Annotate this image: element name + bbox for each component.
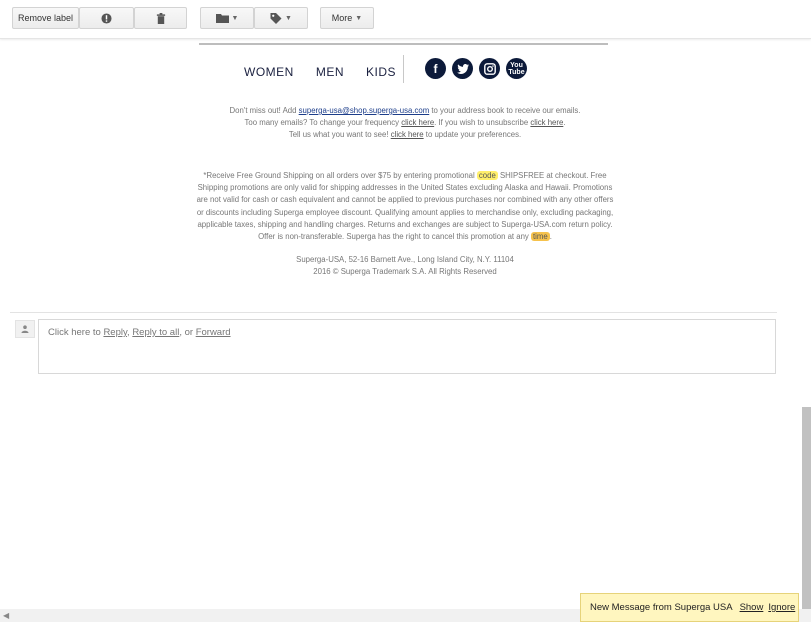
brand-nav: WOMEN MEN KIDS <box>244 62 418 82</box>
vertical-scrollbar[interactable] <box>802 407 811 622</box>
ignore-link[interactable]: Ignore <box>768 602 795 613</box>
footer-copyright: 2016 © Superga Trademark S.A. All Rights… <box>313 267 497 277</box>
move-to-button[interactable]: ▼ <box>200 7 254 29</box>
remove-label-button[interactable]: Remove label <box>12 7 79 29</box>
more-button[interactable]: More ▼ <box>320 7 374 29</box>
highlight-time: time <box>531 232 550 242</box>
scroll-left-icon[interactable]: ◀ <box>3 611 9 620</box>
instagram-icon[interactable] <box>479 58 500 79</box>
delete-button[interactable] <box>134 7 187 29</box>
new-message-notification: New Message from Superga USA Show Ignore <box>580 593 799 622</box>
unsubscribe-link[interactable]: click here <box>530 118 563 127</box>
show-link[interactable]: Show <box>740 602 764 613</box>
trash-icon <box>156 12 166 24</box>
facebook-icon[interactable]: f <box>425 58 446 79</box>
reply-link[interactable]: Reply <box>103 327 127 338</box>
addressbook-note: Don't miss out! Add superga-usa@shop.sup… <box>229 106 581 140</box>
folder-icon <box>215 13 229 23</box>
nav-separator <box>403 55 404 83</box>
forward-link[interactable]: Forward <box>196 327 231 338</box>
youtube-icon[interactable]: You Tube <box>506 58 527 79</box>
tag-icon <box>270 12 282 24</box>
chevron-down-icon: ▼ <box>285 14 292 22</box>
nav-kids[interactable]: KIDS <box>366 65 396 79</box>
highlight-code: code <box>476 171 498 180</box>
report-spam-button[interactable] <box>79 7 134 29</box>
header-rule <box>199 43 608 45</box>
frequency-link[interactable]: click here <box>401 118 434 127</box>
reply-prompt: Click here to Reply, Reply to all, or Fo… <box>48 327 231 338</box>
promo-disclaimer: *Receive Free Ground Shipping on all ord… <box>196 171 614 242</box>
person-icon <box>21 325 29 333</box>
thread-divider <box>10 312 777 313</box>
nav-men[interactable]: MEN <box>316 65 344 79</box>
notification-text: New Message from Superga USA <box>590 602 733 613</box>
preferences-link[interactable]: click here <box>391 130 424 139</box>
toolbar: Remove label ▼ ▼ More ▼ <box>0 0 811 39</box>
social-links: f You Tube <box>425 58 533 79</box>
remove-label-text: Remove label <box>17 13 74 23</box>
labels-button[interactable]: ▼ <box>254 7 308 29</box>
footer-address: Superga-USA, 52-16 Barnett Ave., Long Is… <box>296 255 514 264</box>
exclamation-circle-icon <box>101 12 112 24</box>
more-label: More <box>331 13 353 23</box>
email-address-link[interactable]: superga-usa@shop.superga-usa.com <box>299 106 430 115</box>
twitter-icon[interactable] <box>452 58 473 79</box>
chevron-down-icon: ▼ <box>231 14 239 22</box>
avatar <box>15 320 35 338</box>
reply-all-link[interactable]: Reply to all <box>132 327 179 338</box>
email-footer: Superga-USA, 52-16 Barnett Ave., Long Is… <box>190 254 620 278</box>
nav-women[interactable]: WOMEN <box>244 65 294 79</box>
reply-box[interactable]: Click here to Reply, Reply to all, or Fo… <box>38 319 776 374</box>
chevron-down-icon: ▼ <box>355 14 363 22</box>
